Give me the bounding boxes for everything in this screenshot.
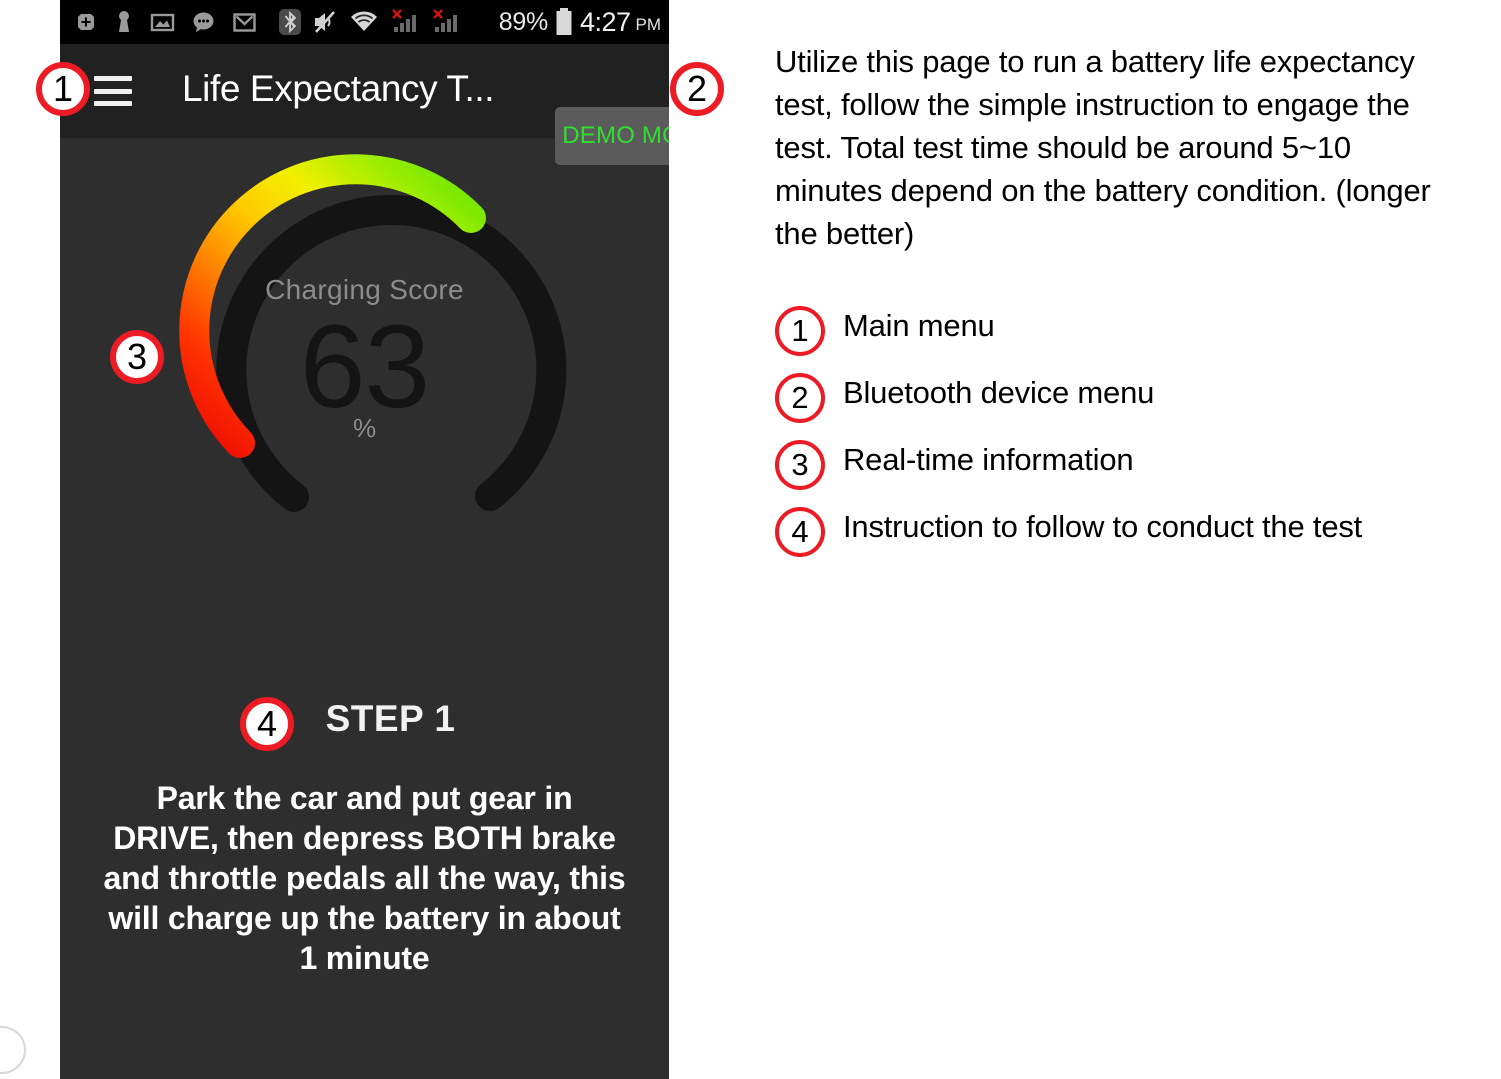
bluetooth-icon — [279, 9, 301, 35]
legend-badge-3: 3 — [775, 440, 825, 490]
page-root: 89% 4:27 PM Life Expectancy T... DEMO MO… — [0, 0, 1501, 1079]
app-install-icon — [78, 14, 94, 30]
message-bubble-icon — [193, 12, 214, 32]
legend-badge-4: 4 — [775, 507, 825, 557]
legend-label-2: Bluetooth device menu — [843, 375, 1155, 410]
hamburger-menu-icon[interactable] — [94, 76, 132, 106]
callout-badge-3: 3 — [110, 330, 164, 384]
legend-item-1: 1 Main menu — [775, 300, 1475, 367]
signal-2-no-service-icon — [433, 9, 457, 32]
hamburger-bar-1 — [94, 76, 132, 81]
legend-item-3: 3 Real-time information — [775, 434, 1475, 501]
gallery-icon — [150, 13, 175, 32]
hamburger-bar-2 — [94, 88, 132, 94]
signal-1-no-service-icon — [392, 9, 416, 32]
legend-item-4: 4 Instruction to follow to conduct the t… — [775, 501, 1475, 568]
key-icon — [119, 11, 129, 32]
legend-badge-2: 2 — [775, 373, 825, 423]
legend-label-3: Real-time information — [843, 442, 1134, 477]
legend-list: 1 Main menu 2 Bluetooth device menu 3 Re… — [775, 300, 1475, 568]
clock-ampm: PM — [635, 15, 662, 34]
status-bar-right-group: 89% 4:27 PM — [499, 7, 661, 38]
intro-paragraph: Utilize this page to run a battery life … — [775, 44, 1431, 251]
battery-percent-label: 89% — [498, 7, 548, 36]
app-title: Life Expectancy T... — [182, 68, 495, 109]
gmail-icon — [233, 13, 256, 32]
mute-icon — [315, 11, 335, 33]
status-bar-system-icons — [279, 8, 461, 36]
phone-screenshot: 89% 4:27 PM Life Expectancy T... DEMO MO… — [60, 0, 669, 1079]
legend-label-1: Main menu — [843, 308, 995, 343]
wifi-icon — [351, 11, 377, 31]
corner-artifact — [0, 1026, 26, 1074]
step-instruction-text: Park the car and put gear in DRIVE, then… — [103, 780, 626, 976]
gauge-unit: % — [352, 413, 377, 443]
annotation-panel: Utilize this page to run a battery life … — [775, 0, 1475, 1079]
app-toolbar: Life Expectancy T... DEMO MODE — [60, 44, 669, 165]
callout-badge-1: 1 — [36, 62, 90, 116]
status-bar-notification-icons — [74, 10, 257, 34]
hamburger-bar-3 — [94, 101, 132, 106]
legend-item-2: 2 Bluetooth device menu — [775, 367, 1475, 434]
step-title: STEP 1 — [325, 698, 456, 739]
android-status-bar: 89% 4:27 PM — [60, 0, 669, 44]
callout-badge-2: 2 — [670, 62, 724, 116]
battery-icon — [556, 8, 572, 35]
clock-time: 4:27 — [579, 6, 631, 37]
callout-badge-4: 4 — [240, 697, 294, 751]
legend-badge-1: 1 — [775, 306, 825, 356]
legend-label-4: Instruction to follow to conduct the tes… — [843, 509, 1363, 544]
